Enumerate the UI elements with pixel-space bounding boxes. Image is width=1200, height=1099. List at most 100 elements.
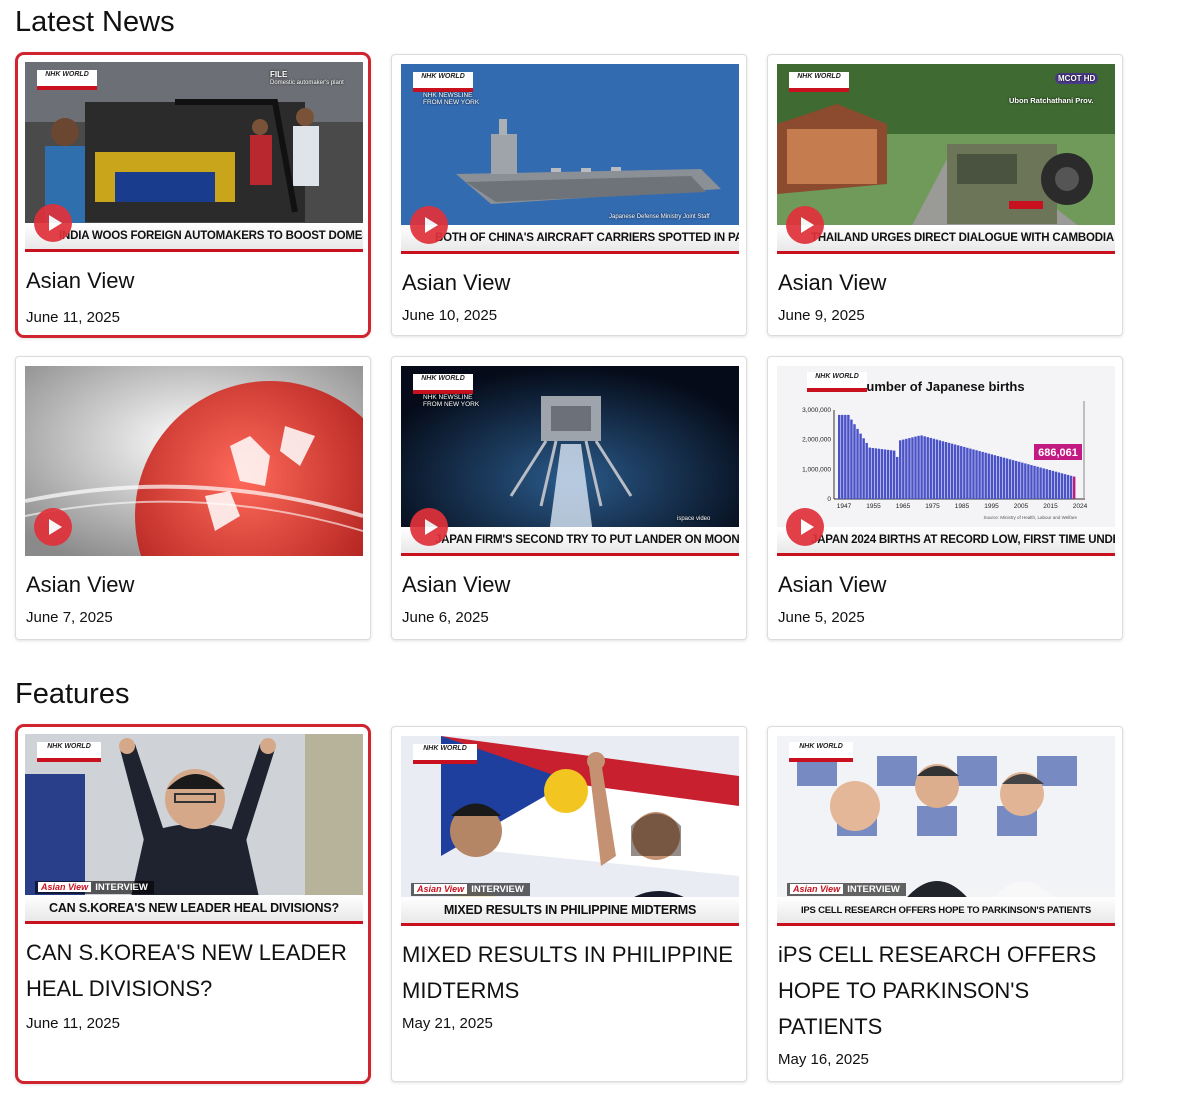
- births-bar: [990, 454, 994, 499]
- newsline-label: NHK NEWSLINE FROM NEW YORK: [423, 394, 480, 408]
- thumbnail-caption: MIXED RESULTS IN PHILIPPINE MIDTERMS: [401, 897, 739, 926]
- births-bar: [1018, 461, 1021, 499]
- card-title[interactable]: Asian View: [778, 567, 1112, 603]
- births-bar: [1069, 475, 1073, 499]
- file-label: FILE: [270, 70, 288, 79]
- play-icon[interactable]: [410, 508, 448, 546]
- births-bar: [935, 439, 939, 499]
- births-x-tick: 1975: [925, 503, 940, 510]
- births-bar: [911, 437, 914, 499]
- card-title[interactable]: Asian View: [26, 263, 358, 299]
- card-date: June 11, 2025: [26, 1015, 120, 1032]
- card-title[interactable]: iPS CELL RESEARCH OFFERS HOPE TO PARKINS…: [778, 937, 1118, 1045]
- nhk-world-logo: NHK WORLD: [37, 742, 101, 762]
- births-bar: [1063, 474, 1067, 499]
- feature-thumbnail[interactable]: NHK WORLD Asian View INTERVIEW MIXED RESU…: [401, 736, 739, 926]
- thumbnail-caption: JAPAN FIRM'S SECOND TRY TO PUT LANDER ON…: [401, 527, 739, 556]
- news-thumbnail[interactable]: NHK WORLD NHK NEWSLINE FROM NEW YORK isp…: [401, 366, 739, 556]
- news-thumbnail[interactable]: NHK WORLD FILE Domestic automaker's plan…: [25, 62, 363, 252]
- card-date: June 10, 2025: [402, 307, 498, 324]
- births-bar: [929, 437, 932, 499]
- births-bar: [1014, 460, 1018, 499]
- births-bar: [923, 436, 926, 499]
- thumbnail-caption: iPS CELL RESEARCH OFFERS HOPE TO PARKINS…: [777, 897, 1115, 926]
- births-bar: [859, 433, 862, 499]
- births-bar: [902, 439, 905, 499]
- births-bar: [966, 447, 969, 499]
- feature-card[interactable]: NHK WORLD Asian View INTERVIEW CAN S.KORE…: [15, 724, 371, 1084]
- births-bar: [981, 451, 984, 499]
- births-bar: [1057, 472, 1061, 499]
- news-thumbnail[interactable]: Number of Japanese births 3,000,000 2,000…: [777, 366, 1115, 556]
- births-bar: [880, 449, 884, 499]
- births-bar: [993, 455, 997, 499]
- feature-thumbnail[interactable]: NHK WORLD Asian View INTERVIEW CAN S.KORE…: [25, 734, 363, 924]
- card-date: May 21, 2025: [402, 1015, 493, 1032]
- births-bar: [1011, 460, 1015, 499]
- card-date: June 7, 2025: [26, 609, 113, 626]
- births-bar: [862, 438, 865, 499]
- image-credit: ispace video: [677, 516, 711, 522]
- card-date: June 9, 2025: [778, 307, 865, 324]
- feature-card[interactable]: NHK WORLD Asian View INTERVIEW iPS CELL R…: [767, 726, 1123, 1082]
- births-bar: [950, 443, 954, 499]
- births-bar: [984, 452, 987, 499]
- births-bar: [920, 435, 923, 499]
- play-icon[interactable]: [786, 206, 824, 244]
- thumbnail-caption: JAPAN 2024 BIRTHS AT RECORD LOW, FIRST T…: [777, 527, 1115, 556]
- news-card[interactable]: Number of Japanese births 3,000,000 2,000…: [767, 356, 1123, 640]
- card-title[interactable]: Asian View: [402, 265, 736, 301]
- births-bar: [1072, 476, 1076, 499]
- play-icon[interactable]: [410, 206, 448, 244]
- births-bar: [1045, 469, 1048, 499]
- feature-card[interactable]: NHK WORLD Asian View INTERVIEW MIXED RESU…: [391, 726, 747, 1082]
- interview-tag: Asian View INTERVIEW: [787, 883, 906, 896]
- news-card[interactable]: NHK WORLD NHK NEWSLINE FROM NEW YORK Jap…: [391, 54, 747, 336]
- news-card[interactable]: NHK WORLD FILE Domestic automaker's plan…: [15, 52, 371, 338]
- location-label: Ubon Ratchathani Prov.: [1009, 96, 1094, 105]
- card-title[interactable]: Asian View: [402, 567, 736, 603]
- nhk-world-logo: NHK WORLD: [807, 372, 867, 392]
- nhk-world-logo: NHK WORLD: [413, 72, 473, 92]
- section-title-latest-news: Latest News: [15, 6, 175, 38]
- births-source: Source: Ministry of Health, Labour and W…: [984, 515, 1078, 520]
- births-bar: [908, 438, 911, 499]
- births-bar: [953, 444, 957, 499]
- births-bar: [972, 449, 975, 499]
- births-bar: [999, 456, 1003, 499]
- news-thumbnail[interactable]: NHK WORLD MCOT HD Ubon Ratchathani Prov.…: [777, 64, 1115, 254]
- play-icon[interactable]: [786, 508, 824, 546]
- card-title[interactable]: CAN S.KOREA'S NEW LEADER HEAL DIVISIONS?: [26, 935, 366, 1007]
- births-bar: [969, 448, 972, 499]
- play-icon[interactable]: [34, 204, 72, 242]
- feature-thumbnail[interactable]: NHK WORLD Asian View INTERVIEW iPS CELL R…: [777, 736, 1115, 926]
- news-thumbnail[interactable]: NHK WORLD NHK NEWSLINE FROM NEW YORK Jap…: [401, 64, 739, 254]
- births-y-tick: 3,000,000: [802, 407, 831, 414]
- news-card[interactable]: NHK WORLD MCOT HD Ubon Ratchathani Prov.…: [767, 54, 1123, 336]
- card-title[interactable]: Asian View: [26, 567, 360, 603]
- nhk-world-logo: NHK WORLD: [37, 70, 97, 90]
- births-bar: [853, 424, 856, 499]
- births-bar: [865, 442, 868, 499]
- births-bar: [987, 453, 990, 499]
- play-icon[interactable]: [34, 508, 72, 546]
- nhk-world-logo: NHK WORLD: [413, 744, 477, 764]
- news-card[interactable]: NHK WORLD NHK NEWSLINE FROM NEW YORK isp…: [391, 356, 747, 640]
- births-bar: [1039, 467, 1042, 499]
- births-bar: [963, 446, 966, 499]
- births-bar: [877, 448, 881, 499]
- news-card[interactable]: Asian View June 7, 2025: [15, 356, 371, 640]
- births-bar: [926, 437, 929, 499]
- births-bar: [892, 450, 896, 499]
- thumbnail-caption: INDIA WOOS FOREIGN AUTOMAKERS TO BOOST D…: [25, 223, 363, 252]
- card-title[interactable]: MIXED RESULTS IN PHILIPPINE MIDTERMS: [402, 937, 742, 1009]
- births-bar: [1036, 466, 1039, 499]
- births-bar: [847, 414, 850, 499]
- births-x-tick: 1955: [866, 503, 881, 510]
- card-title[interactable]: Asian View: [778, 265, 1112, 301]
- births-y-tick: 2,000,000: [802, 437, 831, 444]
- births-x-tick: 1965: [896, 503, 911, 510]
- births-highlight-label: 686,061: [1038, 447, 1078, 459]
- news-thumbnail[interactable]: [25, 366, 363, 556]
- births-bar: [883, 449, 887, 499]
